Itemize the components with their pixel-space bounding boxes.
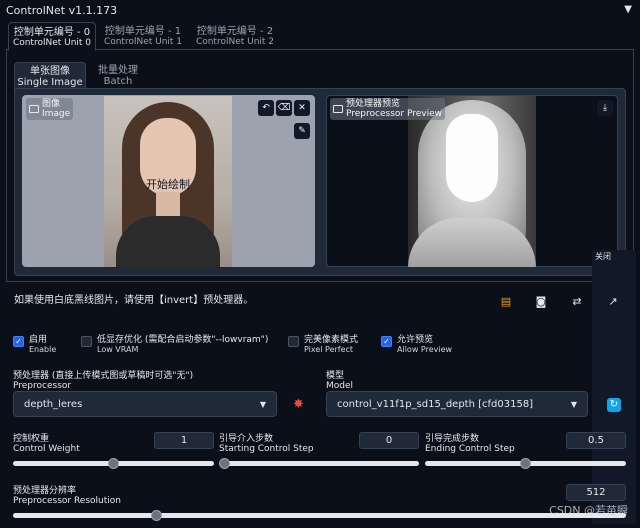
panel-title: ControlNet v1.1.173 — [6, 4, 118, 17]
pixel-perfect-checkbox[interactable]: 完美像素模式 Pixel Perfect — [288, 335, 358, 355]
depth-face — [446, 114, 498, 202]
brush-icon[interactable]: ✎ — [294, 123, 310, 139]
tab-unit-1[interactable]: 控制单元编号 - 1 ControlNet Unit 1 — [98, 22, 188, 50]
pixel-perfect-label-zh: 完美像素模式 — [304, 335, 359, 345]
preview-label-en: Preprocessor Preview — [346, 109, 442, 119]
image-label-en: Image — [42, 109, 71, 119]
model-select[interactable]: control_v11f1p_sd15_depth [cfd03158] ▼ — [326, 391, 588, 417]
portrait-shirt — [116, 216, 220, 267]
invert-hint-text: 如果使用白底黑线图片，请使用【invert】预处理器。 — [14, 295, 254, 306]
chevron-down-icon: ▼ — [570, 399, 577, 409]
undo-icon[interactable]: ↶ — [258, 100, 274, 116]
tab-batch[interactable]: 批量处理 Batch — [88, 62, 148, 88]
tab-unit-2-en: ControlNet Unit 2 — [195, 37, 275, 47]
enable-label-zh: 启用 — [29, 335, 48, 345]
unchecked-box-icon[interactable] — [81, 336, 92, 347]
csdn-watermark: CSDN @若苗瞬 — [549, 504, 628, 517]
start-step-input[interactable]: 0 — [359, 432, 419, 449]
image-icon — [333, 105, 343, 113]
end-step-label: 引导完成步数 Ending Control Step — [425, 434, 515, 454]
model-label-en: Model — [326, 381, 354, 391]
preprocessor-label: 预处理器 (直接上传模式图或草稿时可选"无") Preprocessor — [13, 371, 193, 391]
depth-map-image — [408, 96, 536, 267]
end-step-input[interactable]: 0.5 — [566, 432, 626, 449]
image-icon — [29, 105, 39, 113]
allow-preview-checkbox[interactable]: ✓ 允许预览 Allow Preview — [381, 335, 452, 355]
start-step-label-zh: 引导介入步数 — [219, 434, 274, 444]
tab-unit-2[interactable]: 控制单元编号 - 2 ControlNet Unit 2 — [190, 22, 280, 50]
checkmark-icon[interactable]: ✓ — [381, 336, 392, 347]
swap-arrows-icon[interactable]: ⇄ — [568, 294, 586, 310]
image-label-zh: 图像 — [42, 99, 61, 109]
tab-unit-0-zh: 控制单元编号 - 0 — [13, 27, 91, 38]
tab-unit-0-en: ControlNet Unit 0 — [12, 38, 92, 48]
uploaded-portrait-image[interactable]: 开始绘制 — [104, 96, 232, 267]
resolution-label-zh: 预处理器分辨率 — [13, 486, 77, 496]
tab-single-image[interactable]: 单张图像 Single Image — [14, 62, 86, 88]
preprocessor-value: depth_leres — [24, 398, 83, 410]
portrait-neck — [156, 192, 180, 218]
resolution-input[interactable]: 512 — [566, 484, 626, 501]
unchecked-box-icon[interactable] — [288, 336, 299, 347]
run-preprocessor-icon[interactable]: ✸ — [293, 397, 304, 412]
preview-box-label: 预处理器预览 Preprocessor Preview — [330, 98, 445, 120]
tab-unit-0[interactable]: 控制单元编号 - 0 ControlNet Unit 0 — [8, 22, 96, 51]
tab-single-image-en: Single Image — [17, 77, 83, 88]
control-weight-slider-thumb[interactable] — [108, 458, 119, 469]
new-canvas-icon[interactable]: ▤ — [497, 294, 515, 310]
start-step-slider-track[interactable] — [219, 461, 419, 466]
clear-icon[interactable]: ✕ — [294, 100, 310, 116]
preprocessor-select[interactable]: depth_leres ▼ — [13, 391, 277, 417]
tab-single-image-zh: 单张图像 — [30, 66, 70, 77]
tab-batch-en: Batch — [103, 76, 133, 87]
image-box-label: 图像 Image — [26, 98, 74, 120]
resolution-slider-thumb[interactable] — [151, 510, 163, 521]
eraser-icon[interactable]: ⌫ — [276, 100, 292, 116]
control-weight-label-zh: 控制权重 — [13, 434, 50, 444]
start-step-label: 引导介入步数 Starting Control Step — [219, 434, 314, 454]
start-step-slider-thumb[interactable] — [219, 458, 230, 469]
checkmark-icon[interactable]: ✓ — [13, 336, 24, 347]
preview-label-zh: 预处理器预览 — [346, 99, 401, 109]
resolution-slider-track[interactable] — [13, 513, 626, 518]
start-drawing-text[interactable]: 开始绘制 — [104, 176, 232, 192]
end-step-label-zh: 引导完成步数 — [425, 434, 480, 444]
end-step-slider-thumb[interactable] — [520, 458, 531, 469]
model-label-zh: 模型 — [326, 371, 345, 381]
low-vram-label-zh: 低显存优化 (需配合启动参数"--lowvram") — [97, 335, 269, 345]
model-label: 模型 Model — [326, 371, 353, 391]
allow-preview-label-en: Allow Preview — [397, 345, 453, 354]
control-weight-label-en: Control Weight — [13, 444, 80, 454]
control-weight-label: 控制权重 Control Weight — [13, 434, 80, 454]
tab-unit-1-zh: 控制单元编号 - 1 — [104, 26, 182, 37]
control-weight-input[interactable]: 1 — [154, 432, 214, 449]
tab-batch-zh: 批量处理 — [98, 65, 138, 76]
triangle-down-icon[interactable]: ▼ — [624, 4, 632, 15]
low-vram-label-en: Low VRAM — [97, 345, 139, 354]
download-icon[interactable]: ⤓ — [597, 100, 613, 116]
model-value: control_v11f1p_sd15_depth [cfd03158] — [337, 398, 534, 410]
start-step-label-en: Starting Control Step — [219, 444, 314, 454]
enable-checkbox[interactable]: ✓ 启用 Enable — [13, 335, 56, 355]
unit-tab-bar: 控制单元编号 - 0 ControlNet Unit 0 控制单元编号 - 1 … — [6, 22, 634, 51]
preprocessor-label-zh: 预处理器 (直接上传模式图或草稿时可选"无") — [13, 371, 194, 381]
refresh-models-icon[interactable]: ↻ — [607, 398, 621, 412]
tab-unit-1-en: ControlNet Unit 1 — [103, 37, 183, 47]
camera-icon[interactable]: ◙ — [532, 294, 550, 310]
end-step-label-en: Ending Control Step — [425, 444, 515, 454]
resolution-label: 预处理器分辨率 Preprocessor Resolution — [13, 486, 121, 506]
allow-preview-label-zh: 允许预览 — [397, 335, 434, 345]
preprocessor-label-en: Preprocessor — [13, 381, 72, 391]
enable-label-en: Enable — [29, 345, 57, 354]
close-preview-button[interactable]: 关闭 — [592, 250, 636, 524]
resolution-label-en: Preprocessor Resolution — [13, 496, 121, 506]
tab-unit-2-zh: 控制单元编号 - 2 — [196, 26, 274, 37]
pixel-perfect-label-en: Pixel Perfect — [304, 345, 354, 354]
low-vram-checkbox[interactable]: 低显存优化 (需配合启动参数"--lowvram") Low VRAM — [81, 335, 268, 355]
send-dimensions-icon[interactable]: ↗ — [604, 294, 622, 310]
chevron-down-icon: ▼ — [259, 399, 266, 409]
